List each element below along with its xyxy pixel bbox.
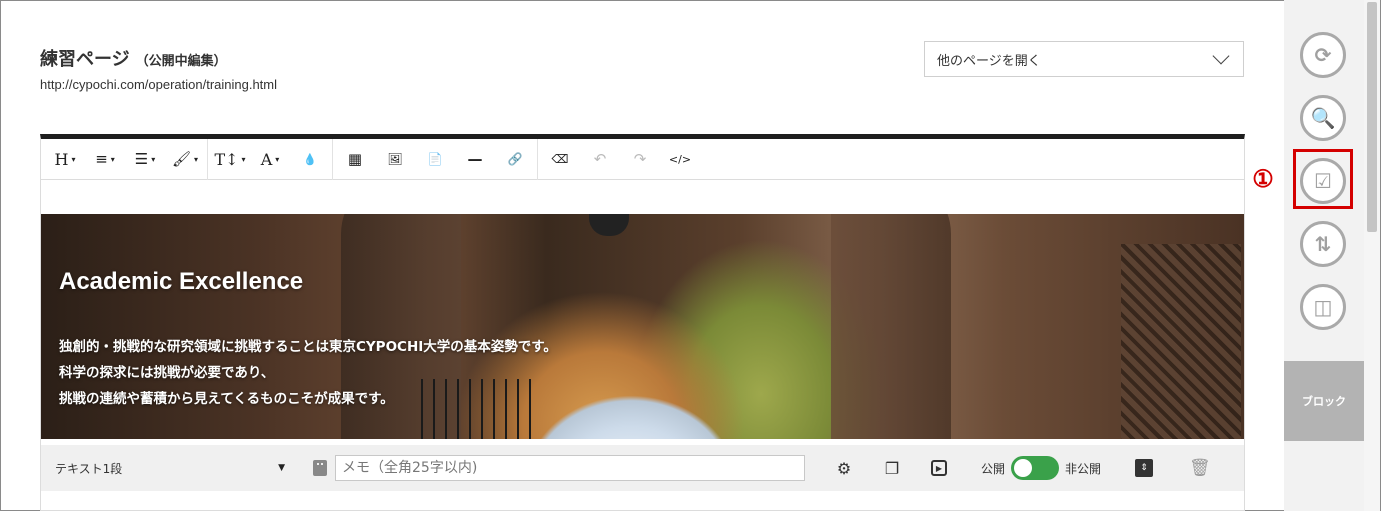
trash-icon[interactable]: 🗑 <box>1189 458 1211 478</box>
align-button[interactable]: ≡ ▾ <box>85 139 125 180</box>
style-button[interactable]: 🖌 ▾ <box>165 139 205 180</box>
chevron-down-icon <box>1212 47 1230 65</box>
block-type-label: テキスト1段 <box>55 461 123 476</box>
caret-down-icon: ▾ <box>275 154 280 164</box>
code-icon: </> <box>668 152 692 166</box>
memo-input[interactable] <box>335 455 805 481</box>
step-marker: ① <box>1252 164 1274 193</box>
preview-block-icon[interactable]: ▶ <box>931 460 947 476</box>
heading-icon: H <box>54 149 69 169</box>
clear-format-button[interactable]: ⌫ <box>540 139 580 180</box>
file-icon: 📄 <box>427 152 443 166</box>
undo-button[interactable]: ↶ <box>580 139 620 180</box>
highlight-box <box>1293 149 1353 209</box>
open-page-select[interactable]: 他のページを開く <box>924 41 1244 77</box>
toolbar-divider <box>537 139 538 180</box>
editor-toolbar: H ▾ ≡ ▾ ☰ ▾ 🖌 ▾ T↕ ▾ A ▾ 💧 ▦ 🖼 📄 — 🔗 ⌫ ↶ ↷ </> <box>41 139 1244 180</box>
publish-toggle[interactable] <box>1011 456 1060 480</box>
insert-hr-button[interactable]: — <box>455 139 495 180</box>
refresh-icon[interactable]: ⟳ <box>1300 32 1346 78</box>
code-view-button[interactable]: </> <box>660 139 700 180</box>
eraser-icon: ⌫ <box>551 152 569 166</box>
toolbar-divider <box>332 139 333 180</box>
font-size-icon: T↕ <box>214 149 239 169</box>
layout-icon[interactable]: ◫ <box>1300 284 1346 330</box>
insert-file-button[interactable]: 📄 <box>415 139 455 180</box>
caret-down-icon: ▾ <box>241 154 246 164</box>
font-color-button[interactable]: A ▾ <box>250 139 290 180</box>
hero-line: 挑戦の連続や蓄積から見えてくるものこそが成果です。 <box>59 391 394 407</box>
lamp-decoration <box>589 214 629 236</box>
image-icon: 🖼 <box>387 152 403 166</box>
hero-text: 独創的・挑戦的な研究領域に挑戦することは東京CYPOCHI大学の基本姿勢です。 … <box>59 334 557 412</box>
block-settings-bar: テキスト1段 ▼ ⚙ ❐ ▶ 公開 非公開 ⇕ 🗑 <box>41 445 1244 491</box>
hero-line: 科学の探求には挑戦が必要であり、 <box>59 365 275 381</box>
heading-button[interactable]: H ▾ <box>45 139 85 180</box>
hero-image-block[interactable]: Academic Excellence 独創的・挑戦的な研究領域に挑戦することは… <box>41 214 1244 439</box>
memo-icon <box>313 460 327 476</box>
toolbar-divider <box>207 139 208 180</box>
arch-right-decoration <box>831 214 951 439</box>
caret-down-icon: ▾ <box>110 154 115 164</box>
caret-down-icon: ▾ <box>71 154 76 164</box>
public-label: 公開 <box>981 461 1006 476</box>
editor-blank-area[interactable] <box>41 180 1244 214</box>
align-icon: ≡ <box>95 150 108 168</box>
link-icon: 🔗 <box>507 152 523 166</box>
font-size-button[interactable]: T↕ ▾ <box>210 139 250 180</box>
list-button[interactable]: ☰ ▾ <box>125 139 165 180</box>
caret-down-icon: ▾ <box>194 154 199 164</box>
sort-icon[interactable]: ⇅ <box>1300 221 1346 267</box>
hero-line: 独創的・挑戦的な研究領域に挑戦することは東京CYPOCHI大学の基本姿勢です。 <box>59 339 557 355</box>
caret-down-icon: ▼ <box>278 463 285 473</box>
redo-icon: ↷ <box>633 150 647 168</box>
drop-icon: 💧 <box>303 152 317 166</box>
hero-title: Academic Excellence <box>59 268 304 295</box>
settings-gear-icon[interactable]: ⚙ <box>835 459 853 478</box>
scrollbar-thumb[interactable] <box>1367 2 1377 232</box>
background-color-button[interactable]: 💧 <box>290 139 330 180</box>
brush-icon: 🖌 <box>171 150 192 168</box>
page-title: 練習ページ （公開中編集） <box>40 45 227 71</box>
insert-link-button[interactable]: 🔗 <box>495 139 535 180</box>
copy-block-icon[interactable]: ❐ <box>883 459 901 478</box>
open-page-select-label: 他のページを開く <box>937 53 1041 69</box>
redo-button[interactable]: ↷ <box>620 139 660 180</box>
rich-text-editor: H ▾ ≡ ▾ ☰ ▾ 🖌 ▾ T↕ ▾ A ▾ 💧 ▦ 🖼 📄 — 🔗 ⌫ ↶ ↷ </>… <box>40 134 1245 511</box>
horizontal-rule-icon: — <box>467 150 483 168</box>
page-title-status: （公開中編集） <box>135 54 227 69</box>
caret-down-icon: ▾ <box>151 154 156 164</box>
undo-icon: ↶ <box>593 150 607 168</box>
insert-image-button[interactable]: 🖼 <box>375 139 415 180</box>
font-color-icon: A <box>260 149 273 169</box>
page-title-text: 練習ページ <box>40 49 130 70</box>
move-block-icon[interactable]: ⇕ <box>1135 459 1154 477</box>
zoom-icon[interactable]: 🔍 <box>1300 95 1346 141</box>
insert-table-button[interactable]: ▦ <box>335 139 375 180</box>
list-icon: ☰ <box>134 150 149 168</box>
window-decoration <box>1121 244 1241 439</box>
private-label: 非公開 <box>1065 461 1102 476</box>
page-url: http://cypochi.com/operation/training.ht… <box>40 77 278 92</box>
scrollbar[interactable] <box>1364 0 1380 511</box>
block-button[interactable]: ブロック <box>1284 361 1364 441</box>
block-type-select[interactable]: テキスト1段 ▼ <box>55 460 285 477</box>
table-icon: ▦ <box>347 150 363 168</box>
